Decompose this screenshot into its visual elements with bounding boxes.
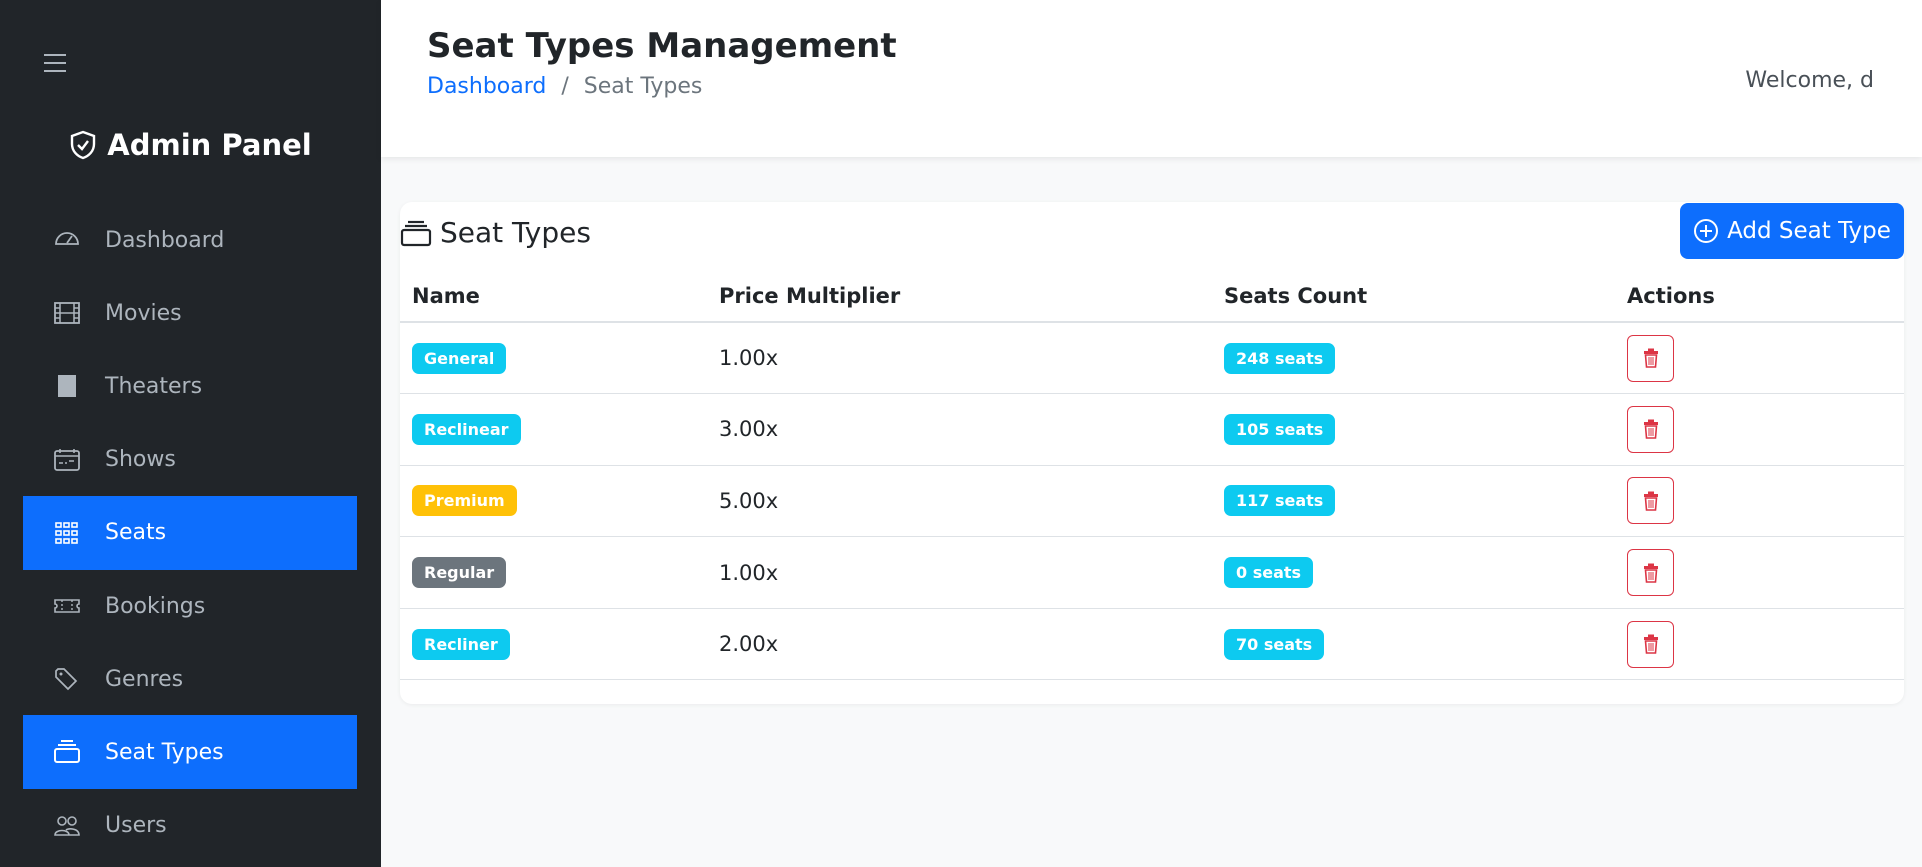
plus-circle-icon xyxy=(1694,219,1719,243)
sidebar-item-genres[interactable]: Genres xyxy=(23,642,357,716)
seat-types-table: Name Price Multiplier Seats Count Action… xyxy=(400,270,1904,681)
stack-icon xyxy=(54,739,80,765)
seat-type-badge: Reclinear xyxy=(412,413,521,445)
seats-count-badge: 117 seats xyxy=(1224,485,1336,517)
tags-icon xyxy=(54,666,80,692)
sidebar-item-label: Seat Types xyxy=(105,739,224,765)
table-row: Recliner 2.00x 70 seats xyxy=(400,608,1904,681)
square-icon xyxy=(54,373,80,399)
brand: Admin Panel xyxy=(0,128,381,162)
breadcrumb: Dashboard / Seat Types xyxy=(427,74,702,99)
shield-check-icon xyxy=(71,130,96,160)
sidebar-item-bookings[interactable]: Bookings xyxy=(23,569,357,643)
table-row: Regular 1.00x 0 seats xyxy=(400,536,1904,609)
sidebar: Admin Panel Dashboard Movies Theaters Shows… xyxy=(0,0,381,867)
cell-seats: 117 seats xyxy=(1224,465,1627,538)
breadcrumb-current: Seat Types xyxy=(583,74,703,99)
cell-seats: 0 seats xyxy=(1224,536,1627,609)
sidebar-item-label: Seats xyxy=(105,520,167,546)
trash-icon xyxy=(1643,634,1658,654)
cell-seats: 70 seats xyxy=(1224,608,1627,681)
cell-actions xyxy=(1627,536,1904,609)
grid-icon xyxy=(54,520,80,546)
sidebar-item-label: Bookings xyxy=(105,593,206,619)
delete-button[interactable] xyxy=(1627,620,1674,668)
welcome-text: Welcome, d xyxy=(1745,68,1874,93)
column-header-actions: Actions xyxy=(1627,270,1904,323)
cell-multiplier: 1.00x xyxy=(719,322,1224,395)
seat-type-badge: Premium xyxy=(412,485,517,517)
cell-name: Premium xyxy=(400,465,719,538)
sidebar-item-dashboard[interactable]: Dashboard xyxy=(23,203,357,277)
sidebar-item-label: Theaters xyxy=(105,373,203,399)
cell-name: Reclinear xyxy=(400,393,719,466)
sidebar-item-seats[interactable]: Seats xyxy=(23,495,357,570)
cell-multiplier: 2.00x xyxy=(719,608,1224,681)
cell-multiplier: 5.00x xyxy=(719,465,1224,538)
brand-label: Admin Panel xyxy=(107,128,312,162)
sidebar-item-shows[interactable]: Shows xyxy=(23,423,357,497)
breadcrumb-separator: / xyxy=(561,74,569,99)
cell-name: Regular xyxy=(400,536,719,609)
people-icon xyxy=(54,813,80,839)
card-title-text: Seat Types xyxy=(440,216,591,249)
table-row: General 1.00x 248 seats xyxy=(400,322,1904,395)
cell-seats: 248 seats xyxy=(1224,322,1627,395)
breadcrumb-dashboard-link[interactable]: Dashboard xyxy=(427,74,546,99)
card-title: Seat Types xyxy=(400,216,591,249)
sidebar-item-label: Movies xyxy=(105,300,182,326)
sidebar-item-label: Users xyxy=(105,813,167,839)
trash-icon xyxy=(1643,348,1658,368)
trash-icon xyxy=(1643,563,1658,583)
column-header-name: Name xyxy=(400,270,719,323)
stack-icon xyxy=(400,220,432,246)
calendar-icon xyxy=(54,447,80,473)
seats-count-badge: 248 seats xyxy=(1224,342,1336,374)
sidebar-item-movies[interactable]: Movies xyxy=(23,276,357,350)
page-title: Seat Types Management xyxy=(427,26,897,66)
delete-button[interactable] xyxy=(1627,405,1674,453)
sidebar-item-label: Genres xyxy=(105,666,184,692)
cell-multiplier: 1.00x xyxy=(719,536,1224,609)
cell-actions xyxy=(1627,322,1904,395)
menu-toggle-icon[interactable] xyxy=(44,54,66,72)
sidebar-item-theaters[interactable]: Theaters xyxy=(23,349,357,423)
cell-actions xyxy=(1627,393,1904,466)
delete-button[interactable] xyxy=(1627,477,1674,525)
seat-type-badge: Regular xyxy=(412,557,507,589)
page-header: Seat Types Management Dashboard / Seat T… xyxy=(381,0,1922,157)
table-row: Reclinear 3.00x 105 seats xyxy=(400,393,1904,466)
speedometer-icon xyxy=(54,227,80,253)
sidebar-item-seat-types[interactable]: Seat Types xyxy=(23,715,357,790)
ticket-icon xyxy=(54,593,80,619)
cell-seats: 105 seats xyxy=(1224,393,1627,466)
sidebar-item-users[interactable]: Users xyxy=(23,789,357,863)
sidebar-item-label: Dashboard xyxy=(105,227,225,253)
add-seat-type-label: Add Seat Type xyxy=(1727,218,1891,244)
seats-count-badge: 0 seats xyxy=(1224,557,1314,589)
sidebar-item-label: Shows xyxy=(105,447,176,473)
delete-button[interactable] xyxy=(1627,549,1674,597)
seat-type-badge: Recliner xyxy=(412,628,510,660)
cell-name: Recliner xyxy=(400,608,719,681)
seat-types-card: Seat Types Add Seat Type Name Price Mult… xyxy=(400,202,1904,704)
seat-type-badge: General xyxy=(412,342,507,374)
column-header-seats-count: Seats Count xyxy=(1224,270,1627,323)
trash-icon xyxy=(1643,491,1658,511)
trash-icon xyxy=(1643,419,1658,440)
seats-count-badge: 70 seats xyxy=(1224,628,1325,660)
delete-button[interactable] xyxy=(1627,334,1674,382)
table-row: Premium 5.00x 117 seats xyxy=(400,465,1904,538)
add-seat-type-button[interactable]: Add Seat Type xyxy=(1680,203,1904,259)
cell-name: General xyxy=(400,322,719,395)
cell-actions xyxy=(1627,465,1904,538)
cell-actions xyxy=(1627,608,1904,681)
column-header-price-multiplier: Price Multiplier xyxy=(719,270,1224,323)
seats-count-badge: 105 seats xyxy=(1224,413,1336,445)
film-icon xyxy=(54,300,80,326)
cell-multiplier: 3.00x xyxy=(719,393,1224,466)
